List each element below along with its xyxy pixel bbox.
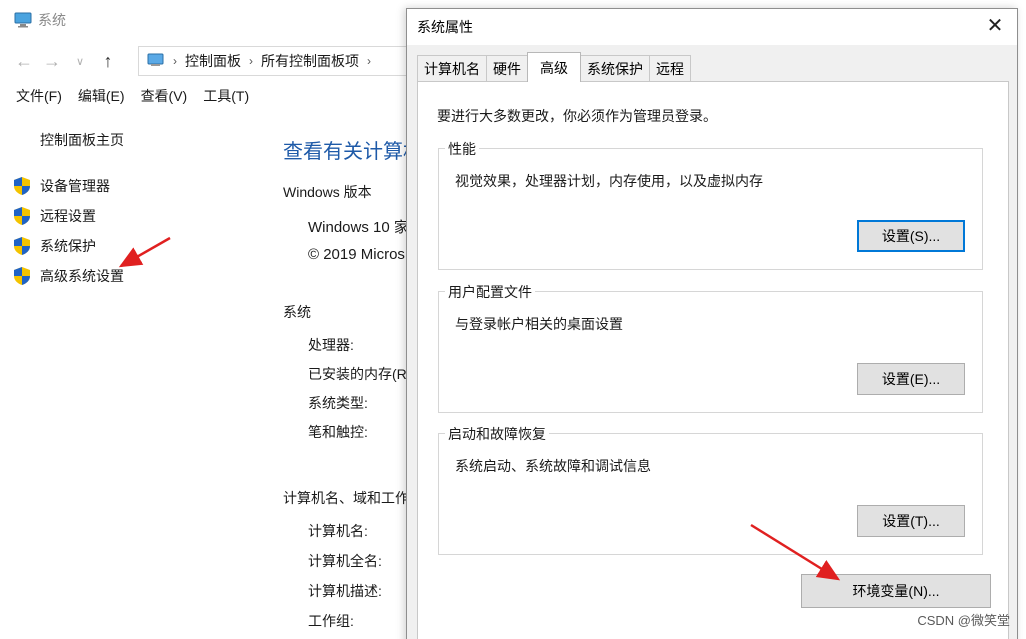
side-link-system-protection[interactable]: 系统保护: [12, 236, 96, 256]
computer-description-label: 计算机描述:: [308, 583, 382, 599]
dialog-titlebar[interactable]: 系统属性 ✕: [407, 9, 1017, 45]
watermark: CSDN @微笑堂: [917, 613, 1010, 628]
side-link-device-manager[interactable]: 设备管理器: [12, 176, 110, 196]
performance-settings-button[interactable]: 设置(S)...: [857, 220, 965, 252]
recent-chevron-down-icon[interactable]: ∨: [66, 47, 94, 75]
bg-titlebar: 系统: [14, 8, 66, 32]
chevron-right-icon: ›: [249, 54, 253, 68]
user-profiles-group: 用户配置文件 与登录帐户相关的桌面设置 设置(E)...: [438, 282, 983, 413]
tab-strip: 计算机名 硬件 高级 系统保护 远程: [417, 52, 691, 82]
up-arrow-icon[interactable]: ↑: [94, 47, 122, 75]
tab-hardware[interactable]: 硬件: [486, 55, 528, 81]
tab-computer-name[interactable]: 计算机名: [417, 55, 487, 81]
system-heading: 系统: [283, 304, 311, 320]
environment-variables-button[interactable]: 环境变量(N)...: [801, 574, 991, 608]
copyright-text: © 2019 Micros: [308, 246, 405, 263]
chevron-right-icon: ›: [173, 54, 177, 68]
advanced-tab-panel: 要进行大多数更改，你必须作为管理员登录。 性能 视觉效果，处理器计划，内存使用，…: [417, 81, 1009, 639]
address-bar[interactable]: › 控制面板 › 所有控制面板项 ›: [138, 46, 438, 76]
side-link-advanced-system-settings[interactable]: 高级系统设置: [12, 266, 124, 286]
uac-shield-icon: [14, 177, 30, 195]
control-panel-home-link[interactable]: 控制面板主页: [40, 130, 124, 150]
menu-view[interactable]: 查看(V): [141, 86, 188, 108]
uac-shield-icon: [14, 207, 30, 225]
forward-arrow-icon[interactable]: →: [38, 47, 66, 75]
address-row: ← → ∨ ↑ › 控制面板 › 所有控制面板项 ›: [10, 46, 438, 76]
user-profiles-legend: 用户配置文件: [445, 282, 535, 302]
computer-name-label: 计算机名:: [308, 523, 368, 539]
bg-window-title: 系统: [38, 12, 66, 28]
close-icon[interactable]: ✕: [985, 15, 1005, 37]
side-link-label: 系统保护: [40, 238, 96, 254]
pen-touch-label: 笔和触控:: [308, 424, 368, 440]
menu-edit[interactable]: 编辑(E): [78, 86, 125, 108]
menu-bar: 文件(F) 编辑(E) 查看(V) 工具(T): [16, 86, 249, 108]
performance-description: 视觉效果，处理器计划，内存使用，以及虚拟内存: [455, 173, 763, 189]
computer-name-heading: 计算机名、域和工作: [283, 490, 409, 506]
control-panel-icon: [147, 52, 165, 71]
dialog-title: 系统属性: [417, 19, 473, 35]
back-arrow-icon[interactable]: ←: [10, 47, 38, 75]
uac-shield-icon: [14, 267, 30, 285]
admin-notice: 要进行大多数更改，你必须作为管理员登录。: [437, 108, 717, 124]
system-properties-dialog: 系统属性 ✕ 计算机名 硬件 高级 系统保护 远程 要进行大多数更改，你必须作为…: [406, 8, 1018, 639]
user-profiles-settings-button[interactable]: 设置(E)...: [857, 363, 965, 395]
user-profiles-description: 与登录帐户相关的桌面设置: [455, 316, 623, 332]
startup-recovery-group: 启动和故障恢复 系统启动、系统故障和调试信息 设置(T)...: [438, 424, 983, 555]
system-info-pane: 查看有关计算机 Windows 版本 Windows 10 家 © 2019 M…: [283, 120, 413, 639]
side-link-remote-settings[interactable]: 远程设置: [12, 206, 96, 226]
system-type-label: 系统类型:: [308, 395, 368, 411]
startup-recovery-legend: 启动和故障恢复: [445, 424, 549, 444]
startup-recovery-description: 系统启动、系统故障和调试信息: [455, 458, 651, 474]
menu-tools[interactable]: 工具(T): [203, 86, 249, 108]
full-computer-name-label: 计算机全名:: [308, 553, 382, 569]
windows-edition: Windows 10 家: [308, 219, 409, 236]
workgroup-label: 工作组:: [308, 613, 354, 629]
tab-system-protection[interactable]: 系统保护: [580, 55, 650, 81]
breadcrumb-all-items[interactable]: 所有控制面板项: [261, 51, 359, 71]
side-link-label: 远程设置: [40, 208, 96, 224]
uac-shield-icon: [14, 237, 30, 255]
chevron-right-icon: ›: [367, 54, 371, 68]
computer-icon: [14, 12, 32, 28]
tab-advanced[interactable]: 高级: [527, 52, 581, 82]
performance-legend: 性能: [445, 139, 479, 159]
processor-label: 处理器:: [308, 337, 354, 353]
menu-file[interactable]: 文件(F): [16, 86, 62, 108]
startup-recovery-settings-button[interactable]: 设置(T)...: [857, 505, 965, 537]
side-link-label: 高级系统设置: [40, 268, 124, 284]
breadcrumb-control-panel[interactable]: 控制面板: [185, 51, 241, 71]
windows-version-heading: Windows 版本: [283, 184, 372, 200]
page-title: 查看有关计算机: [283, 141, 413, 163]
side-link-label: 设备管理器: [40, 178, 110, 194]
memory-label: 已安装的内存(RA: [308, 366, 413, 382]
performance-group: 性能 视觉效果，处理器计划，内存使用，以及虚拟内存 设置(S)...: [438, 139, 983, 270]
tab-remote[interactable]: 远程: [649, 55, 691, 81]
